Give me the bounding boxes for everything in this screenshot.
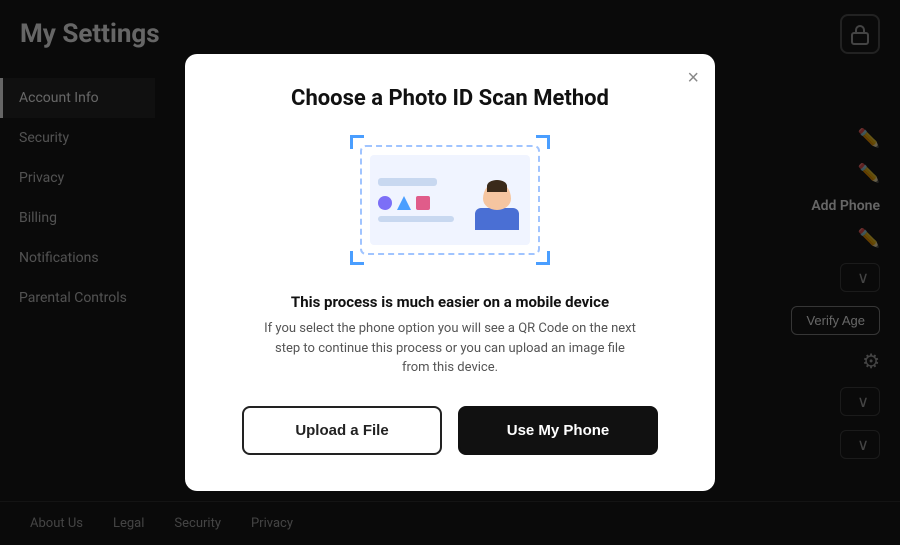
shape-square — [416, 196, 430, 210]
id-shapes — [378, 196, 462, 210]
avatar-head — [483, 182, 511, 210]
id-card-inner — [370, 155, 530, 245]
id-line-top — [378, 178, 437, 186]
shape-circle — [378, 196, 392, 210]
modal-info-title: This process is much easier on a mobile … — [291, 293, 609, 311]
avatar-hair — [487, 180, 507, 192]
id-illustration — [350, 135, 550, 265]
id-card-lines — [378, 178, 462, 222]
modal-title: Choose a Photo ID Scan Method — [291, 86, 609, 111]
avatar — [472, 170, 522, 230]
shape-triangle — [397, 196, 411, 210]
avatar-body — [475, 208, 519, 230]
use-my-phone-button[interactable]: Use My Phone — [458, 406, 658, 455]
modal-actions: Upload a File Use My Phone — [221, 406, 679, 455]
photo-id-modal: × Choose a Photo ID Scan Method — [185, 54, 715, 491]
id-line-bottom — [378, 216, 454, 222]
modal-overlay: × Choose a Photo ID Scan Method — [0, 0, 900, 545]
modal-close-button[interactable]: × — [687, 68, 699, 88]
upload-file-button[interactable]: Upload a File — [242, 406, 442, 455]
modal-info-desc: If you select the phone option you will … — [260, 319, 640, 378]
